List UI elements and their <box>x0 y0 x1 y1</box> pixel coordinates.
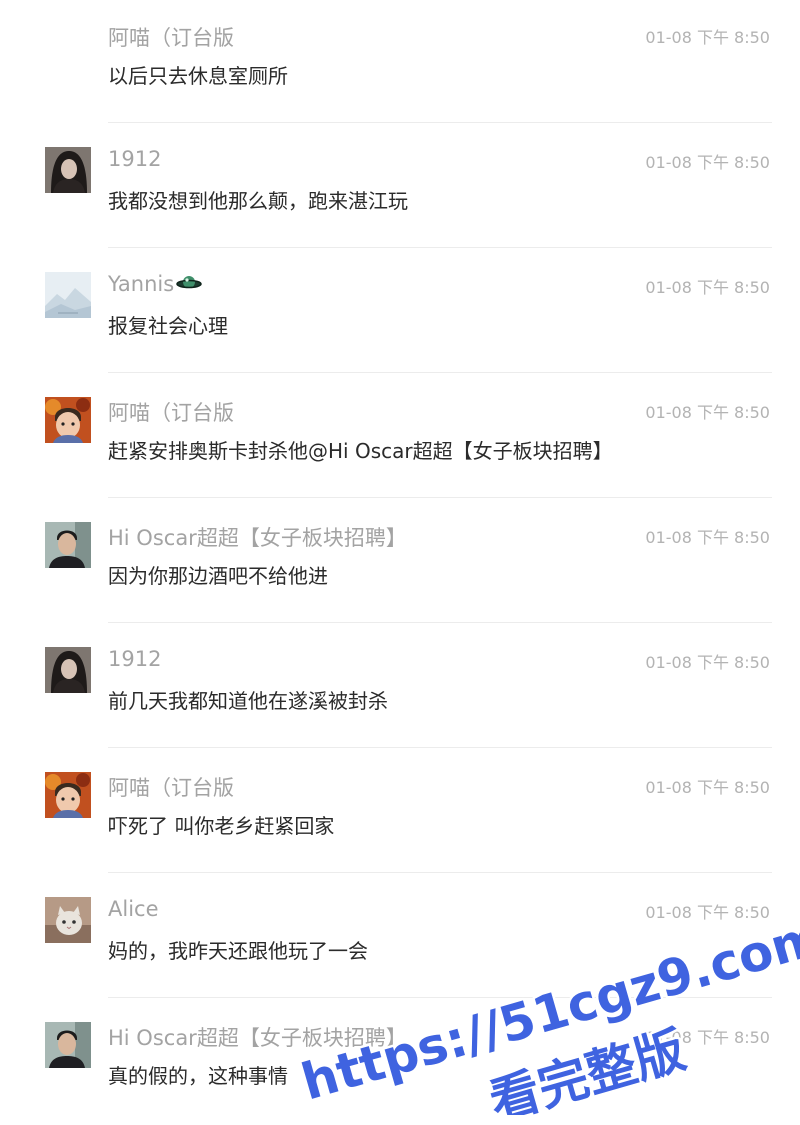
comment-item: 阿喵（订台版 01-08 下午 8:50 以后只去休息室厕所 <box>0 0 800 125</box>
comment-item: Hi Oscar超超【女子板块招聘】 01-08 下午 8:50 因为你那边酒吧… <box>0 500 800 625</box>
comment-username[interactable]: 1912 <box>108 647 161 671</box>
divider <box>108 372 772 373</box>
avatar[interactable] <box>45 1022 91 1068</box>
comment-timestamp: 01-08 下午 8:50 <box>645 903 770 922</box>
comment-text: 以后只去休息室厕所 <box>108 64 288 88</box>
comment-text: 真的假的，这种事情 <box>108 1064 288 1088</box>
comment-timestamp: 01-08 下午 8:50 <box>645 278 770 297</box>
divider <box>108 622 772 623</box>
comment-text: 前几天我都知道他在遂溪被封杀 <box>108 689 388 713</box>
comment-username[interactable]: Yannis <box>108 272 202 298</box>
comment-item: 1912 01-08 下午 8:50 我都没想到他那么颠，跑来湛江玩 <box>0 125 800 250</box>
comment-username[interactable]: Hi Oscar超超【女子板块招聘】 <box>108 1022 407 1052</box>
comment-username[interactable]: Alice <box>108 897 159 921</box>
divider <box>108 247 772 248</box>
avatar[interactable] <box>45 897 91 943</box>
comment-timestamp: 01-08 下午 8:50 <box>645 778 770 797</box>
divider <box>108 872 772 873</box>
divider <box>108 122 772 123</box>
comment-text: 我都没想到他那么颠，跑来湛江玩 <box>108 189 408 213</box>
comment-username[interactable]: 阿喵（订台版 <box>108 772 234 802</box>
comment-timestamp: 01-08 下午 8:50 <box>645 528 770 547</box>
comment-username[interactable]: 阿喵（订台版 <box>108 22 234 52</box>
planet-icon <box>176 273 202 298</box>
comment-item: Yannis 01-08 下午 8:50 报复社会心理 <box>0 250 800 375</box>
comment-username[interactable]: Hi Oscar超超【女子板块招聘】 <box>108 522 407 552</box>
comment-item: Alice 01-08 下午 8:50 妈的，我昨天还跟他玩了一会 <box>0 875 800 1000</box>
comment-list: 阿喵（订台版 01-08 下午 8:50 以后只去休息室厕所 1912 01-0… <box>0 0 800 1125</box>
avatar[interactable] <box>45 147 91 193</box>
divider <box>108 497 772 498</box>
comment-timestamp: 01-08 下午 8:50 <box>645 1028 770 1047</box>
divider <box>108 747 772 748</box>
comment-timestamp: 01-08 下午 8:50 <box>645 28 770 47</box>
comment-text: 报复社会心理 <box>108 314 228 338</box>
comment-timestamp: 01-08 下午 8:50 <box>645 653 770 672</box>
comment-item: 阿喵（订台版 01-08 下午 8:50 赶紧安排奥斯卡封杀他@Hi Oscar… <box>0 375 800 500</box>
divider <box>108 997 772 998</box>
comment-item: 1912 01-08 下午 8:50 前几天我都知道他在遂溪被封杀 <box>0 625 800 750</box>
comment-username[interactable]: 阿喵（订台版 <box>108 397 234 427</box>
comment-text: 吓死了 叫你老乡赶紧回家 <box>108 814 335 838</box>
avatar[interactable] <box>45 272 91 318</box>
comment-text: 赶紧安排奥斯卡封杀他@Hi Oscar超超【女子板块招聘】 <box>108 439 613 463</box>
comment-username[interactable]: 1912 <box>108 147 161 171</box>
avatar[interactable] <box>45 397 91 443</box>
comment-text: 因为你那边酒吧不给他进 <box>108 564 328 588</box>
comment-item: 阿喵（订台版 01-08 下午 8:50 吓死了 叫你老乡赶紧回家 <box>0 750 800 875</box>
comment-timestamp: 01-08 下午 8:50 <box>645 153 770 172</box>
avatar[interactable] <box>45 772 91 818</box>
comment-text: 妈的，我昨天还跟他玩了一会 <box>108 939 368 963</box>
avatar[interactable] <box>45 647 91 693</box>
comment-timestamp: 01-08 下午 8:50 <box>645 403 770 422</box>
avatar[interactable] <box>45 522 91 568</box>
comment-item: Hi Oscar超超【女子板块招聘】 01-08 下午 8:50 真的假的，这种… <box>0 1000 800 1125</box>
